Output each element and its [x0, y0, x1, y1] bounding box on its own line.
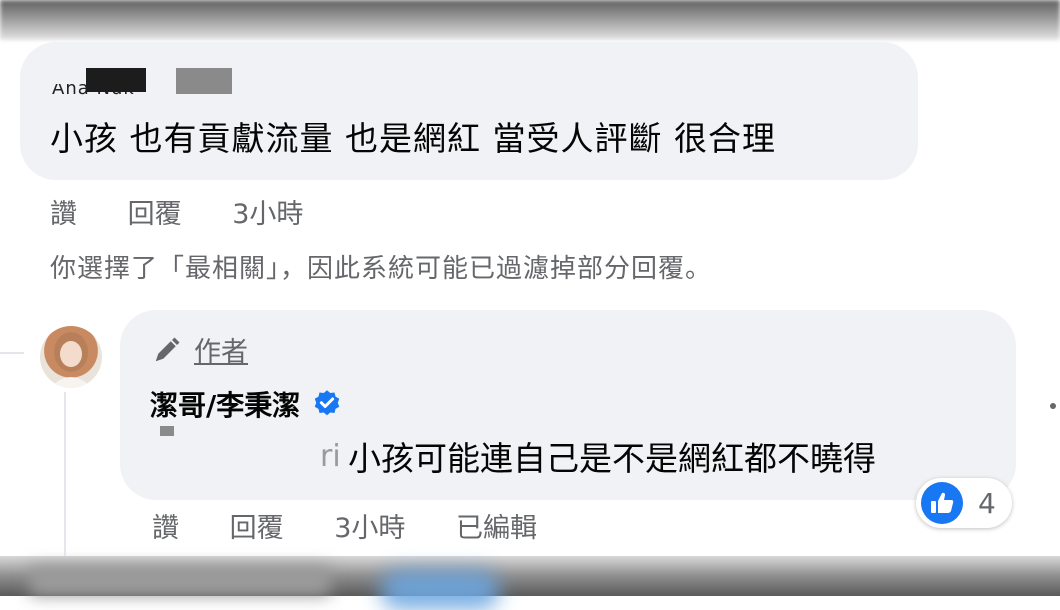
reply-link[interactable]: 回覆	[230, 513, 284, 544]
thread-line	[64, 392, 66, 556]
tagged-user[interactable]: ri	[150, 439, 341, 474]
filter-notice: 你選擇了「最相關」，因此系統可能已過濾掉部分回覆。	[50, 254, 713, 284]
more-options-icon[interactable]	[1050, 403, 1056, 409]
timestamp[interactable]: 3小時	[232, 199, 303, 230]
reply-text: 小孩可能連自己是不是網紅都不曉得	[348, 439, 876, 478]
reply-author[interactable]: 潔哥/李秉潔	[150, 384, 342, 424]
author-badge-label: 作者	[194, 337, 248, 368]
blurred-photo-bottom	[0, 556, 1060, 610]
reply-author-name[interactable]: 潔哥/李秉潔	[150, 384, 300, 424]
author-badge[interactable]: 作者	[152, 330, 248, 369]
like-link[interactable]: 讚	[152, 513, 179, 544]
like-link[interactable]: 讚	[50, 199, 77, 230]
name-redaction	[86, 68, 146, 92]
reply-body: ri 小孩可能連自己是不是網紅都不曉得	[150, 432, 876, 480]
reaction-summary[interactable]: 4	[916, 478, 1012, 528]
avatar[interactable]	[40, 326, 102, 388]
reply-actions: 讚 回覆 3小時 已編輯	[152, 506, 579, 545]
comment-actions: 讚 回覆 3小時	[50, 192, 345, 231]
reaction-count: 4	[978, 486, 996, 520]
reply-link[interactable]: 回覆	[128, 199, 182, 230]
pencil-icon	[155, 337, 180, 361]
edited-label[interactable]: 已編輯	[456, 513, 537, 544]
name-redaction	[176, 68, 232, 94]
blurred-photo-top	[0, 0, 1060, 40]
like-reaction-icon	[921, 482, 963, 524]
comment-text: 小孩 也有貢獻流量 也是網紅 當受人評斷 很合理	[50, 119, 776, 158]
thread-line	[0, 352, 24, 354]
verified-badge-icon	[314, 390, 340, 416]
timestamp[interactable]: 3小時	[334, 513, 405, 544]
